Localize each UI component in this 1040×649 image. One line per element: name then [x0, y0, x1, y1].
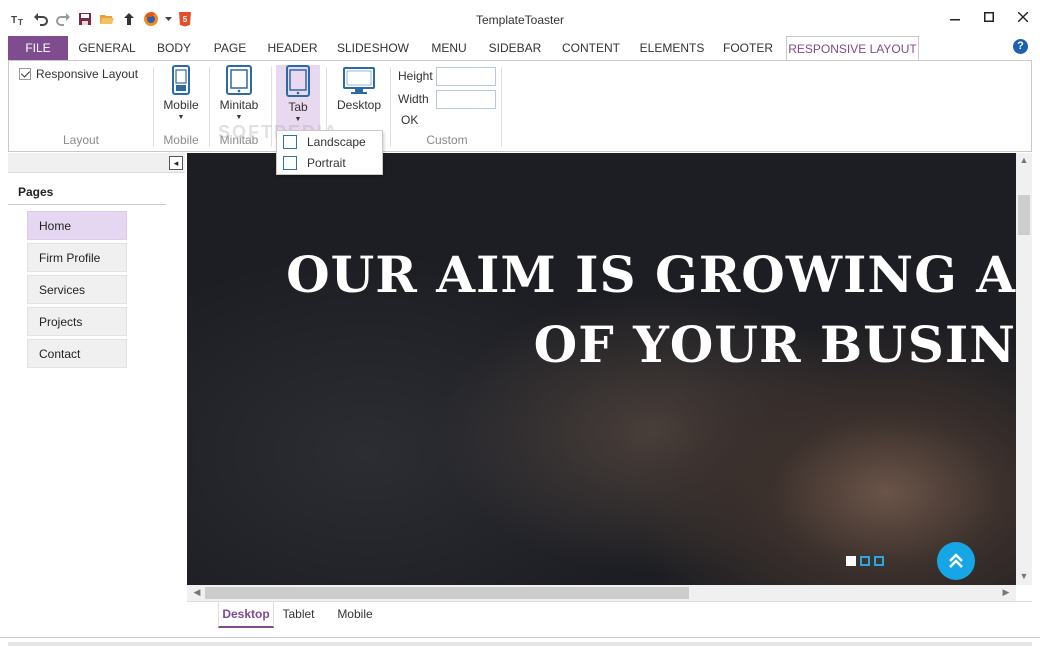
height-label: Height	[398, 69, 433, 83]
tablet-icon	[286, 65, 310, 97]
hero-heading-line-2: OF YOUR BUSIN	[533, 315, 1016, 374]
status-bar-track	[8, 642, 1032, 646]
group-divider	[153, 67, 154, 147]
minitab-icon	[226, 65, 252, 95]
width-label: Width	[398, 92, 429, 106]
landscape-label: Landscape	[307, 135, 366, 149]
scroll-to-top-icon[interactable]	[937, 542, 975, 580]
panel-header: ◂	[8, 153, 185, 173]
view-tab-desktop[interactable]: Desktop	[218, 602, 274, 628]
help-icon[interactable]: ?	[1013, 39, 1028, 54]
slider-dots	[846, 556, 884, 566]
ribbon-panel: Responsive Layout Layout Mobile ▼ Mobile…	[8, 60, 1032, 152]
minimize-button[interactable]	[938, 6, 972, 28]
landscape-option[interactable]: Landscape	[283, 135, 366, 149]
chevron-down-icon: ▼	[177, 114, 185, 121]
scroll-up-icon[interactable]: ▲	[1016, 155, 1032, 165]
group-label-layout: Layout	[62, 133, 100, 147]
tab-file[interactable]: FILE	[8, 36, 68, 60]
ok-button[interactable]: OK	[401, 113, 418, 127]
height-field[interactable]	[436, 67, 496, 86]
view-tab-mobile[interactable]: Mobile	[329, 602, 381, 628]
maximize-button[interactable]	[972, 6, 1006, 28]
scroll-left-icon[interactable]: ◀	[189, 587, 205, 598]
tab-page[interactable]: PAGE	[208, 36, 252, 60]
group-divider	[390, 67, 391, 147]
view-mode-tabs: Desktop Tablet Mobile	[187, 601, 1032, 637]
mobile-button-label: Mobile	[163, 98, 199, 112]
title-bar: TT 5 TemplateToaster	[0, 0, 1040, 36]
page-item-firm-profile[interactable]: Firm Profile	[27, 243, 127, 272]
pages-panel: ◂ Pages Home Firm Profile Services Proje…	[8, 153, 185, 637]
collapse-panel-icon[interactable]: ◂	[169, 156, 183, 170]
mobile-phone-icon	[172, 65, 190, 95]
portrait-option[interactable]: Portrait	[283, 156, 346, 170]
mobile-button[interactable]: Mobile ▼	[161, 65, 201, 122]
page-item-services[interactable]: Services	[27, 275, 127, 304]
tab-sidebar[interactable]: SIDEBAR	[484, 36, 546, 60]
responsive-layout-checkbox[interactable]: Responsive Layout	[19, 67, 138, 81]
monitor-icon	[343, 67, 375, 94]
landscape-checkbox[interactable]	[283, 135, 297, 149]
group-divider	[209, 67, 210, 147]
tab-button-label: Tab	[288, 100, 308, 114]
desktop-button-label: Desktop	[336, 98, 382, 112]
group-label-mobile: Mobile	[163, 133, 199, 147]
group-divider	[501, 67, 502, 147]
design-canvas[interactable]: OUR AIM IS GROWING A OF YOUR BUSIN	[187, 153, 1016, 585]
width-field[interactable]	[436, 90, 496, 109]
desktop-button[interactable]: Desktop	[334, 65, 384, 112]
scroll-thumb[interactable]	[205, 587, 689, 599]
window-title: TemplateToaster	[475, 13, 565, 27]
tab-orientation-dropdown: Landscape Portrait	[276, 130, 383, 175]
page-item-contact[interactable]: Contact	[27, 339, 127, 368]
view-tab-tablet[interactable]: Tablet	[276, 602, 321, 628]
portrait-checkbox[interactable]	[283, 156, 297, 170]
tab-header[interactable]: HEADER	[263, 36, 322, 60]
tab-elements[interactable]: ELEMENTS	[636, 36, 708, 60]
page-item-projects[interactable]: Projects	[27, 307, 127, 336]
tab-slideshow[interactable]: SLIDESHOW	[333, 36, 413, 60]
minitab-button-label: Minitab	[219, 98, 259, 112]
page-item-home[interactable]: Home	[27, 211, 127, 240]
scroll-down-icon[interactable]: ▼	[1016, 571, 1032, 581]
tab-footer[interactable]: FOOTER	[718, 36, 778, 60]
scroll-right-icon[interactable]: ▶	[998, 587, 1014, 598]
group-label-custom: Custom	[426, 133, 468, 147]
ribbon-tabs: FILE GENERAL BODY PAGE HEADER SLIDESHOW …	[0, 36, 1040, 60]
window-controls	[938, 6, 1040, 28]
portrait-label: Portrait	[307, 156, 346, 170]
tab-menu[interactable]: MENU	[424, 36, 474, 60]
tab-general[interactable]: GENERAL	[74, 36, 140, 60]
status-bar	[0, 637, 1040, 649]
slider-dot[interactable]	[860, 556, 870, 566]
scroll-thumb[interactable]	[1018, 195, 1030, 235]
close-button[interactable]	[1006, 6, 1040, 28]
checkbox-checked-icon[interactable]	[19, 68, 31, 80]
tab-content[interactable]: CONTENT	[557, 36, 625, 60]
divider	[8, 204, 166, 205]
tab-responsive-layout[interactable]: RESPONSIVE LAYOUT	[786, 36, 919, 60]
minitab-button[interactable]: Minitab ▼	[215, 65, 263, 122]
pages-title: Pages	[18, 185, 54, 199]
horizontal-scrollbar[interactable]: ◀ ▶	[187, 585, 1016, 601]
responsive-layout-label: Responsive Layout	[36, 67, 139, 81]
hero-heading-line-1: OUR AIM IS GROWING A	[286, 245, 1016, 304]
slider-dot[interactable]	[874, 556, 884, 566]
tab-body[interactable]: BODY	[150, 36, 198, 60]
chevron-down-icon: ▼	[235, 114, 243, 121]
slider-dot[interactable]	[846, 556, 856, 566]
vertical-scrollbar[interactable]: ▲ ▼	[1016, 153, 1032, 585]
